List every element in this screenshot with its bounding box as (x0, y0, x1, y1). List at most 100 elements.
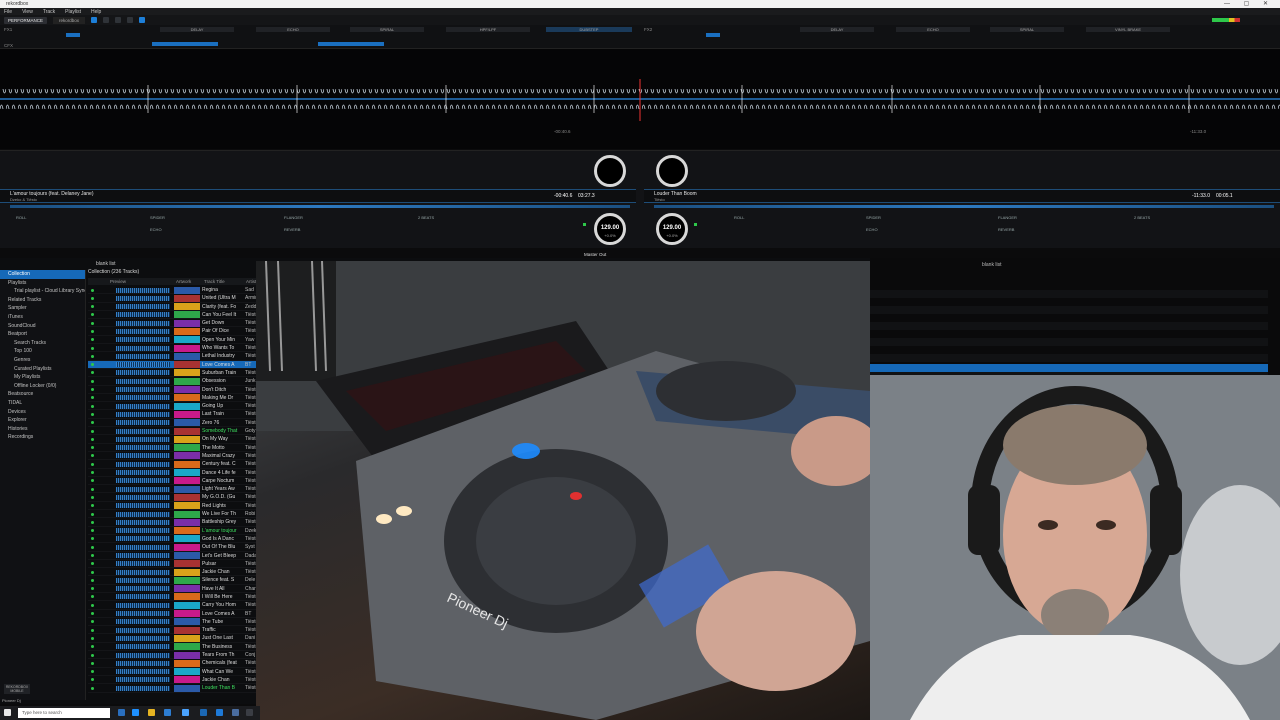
tree-item[interactable]: Top 100 (0, 347, 85, 356)
tree-item[interactable]: Recordings (0, 433, 85, 442)
table-row[interactable]: Carry You HomTiësto (88, 601, 258, 610)
deck2-pad-flanger[interactable]: FLANGER (998, 215, 1017, 220)
preview-waveform[interactable] (116, 445, 170, 451)
preview-waveform[interactable] (116, 586, 170, 592)
preview-waveform[interactable] (116, 685, 170, 691)
tree-item[interactable]: Trial playlist - Cloud Library Sync (0, 287, 85, 296)
mixer-icon[interactable] (115, 17, 122, 23)
table-row[interactable]: Just One Last Dani (88, 634, 258, 643)
menu-playlist[interactable]: Playlist (65, 9, 81, 15)
deck1-pad-2beats[interactable]: 2 BEATS (418, 215, 434, 220)
fx2-slot-2[interactable]: ECHO (896, 27, 970, 32)
preview-waveform[interactable] (116, 478, 170, 484)
preview-waveform[interactable] (116, 320, 170, 326)
preview-waveform[interactable] (116, 677, 170, 683)
preview-waveform[interactable] (116, 470, 170, 476)
mail-icon[interactable] (182, 709, 189, 716)
preview-waveform[interactable] (116, 420, 170, 426)
preview-waveform[interactable] (116, 644, 170, 650)
tree-item[interactable]: Explorer (0, 416, 85, 425)
tree-item[interactable]: Beatport (0, 330, 85, 339)
app2-icon[interactable] (232, 709, 239, 716)
fx1-slot-5[interactable]: DUBSTEP (546, 27, 632, 32)
tree-item[interactable]: SoundCloud (0, 322, 85, 331)
deck1-jog[interactable]: 129.00 +0.0% (594, 213, 626, 245)
preview-waveform[interactable] (116, 453, 170, 459)
mode-selector[interactable]: PERFORMANCE (4, 16, 48, 24)
table-row[interactable]: Light Years AwTiësto (88, 485, 258, 494)
preview-waveform[interactable] (116, 503, 170, 509)
deck1-pad-spider[interactable]: SPIDER (150, 215, 165, 220)
preview-waveform[interactable] (116, 627, 170, 633)
table-row[interactable]: Maximal CrazyTiësto (88, 452, 258, 461)
menu-file[interactable]: File (4, 9, 12, 15)
fx1-beat-selector[interactable] (66, 33, 80, 37)
preview-waveform[interactable] (116, 511, 170, 517)
fx1-slot-3[interactable]: SPIRAL (350, 27, 424, 32)
table-row[interactable]: The MottoTiësto (88, 444, 258, 452)
table-row[interactable]: Regina Sad (88, 286, 258, 295)
preview-waveform[interactable] (116, 337, 170, 343)
preview-waveform[interactable] (116, 428, 170, 434)
preview-waveform[interactable] (116, 304, 170, 310)
table-row[interactable]: Jackie ChanTiësto (88, 676, 258, 685)
cfx-param[interactable] (318, 42, 384, 46)
table-row[interactable]: Obsession Junk (88, 377, 258, 386)
window-controls[interactable]: — ▢ ✕ (1224, 0, 1274, 7)
account-button[interactable]: rekordbox (53, 16, 86, 24)
table-row[interactable]: Open Your Min Yaw (88, 336, 258, 345)
preview-waveform[interactable] (116, 635, 170, 641)
table-row[interactable]: What Can WeTiësto (88, 668, 258, 676)
preview-waveform[interactable] (116, 528, 170, 534)
preview-waveform[interactable] (116, 370, 170, 376)
tree-item[interactable]: Histories (0, 425, 85, 434)
tree-item[interactable]: Offline Locker (0/0) (0, 382, 85, 391)
table-row[interactable]: On My WayTiësto (88, 435, 258, 444)
tree-item[interactable]: Related Tracks (0, 296, 85, 305)
preview-waveform[interactable] (116, 295, 170, 301)
layout-icon[interactable] (91, 17, 98, 23)
fx2-slot-3[interactable]: SPIRAL (990, 27, 1064, 32)
table-row[interactable]: Red LightsTiësto (88, 502, 258, 511)
deck2-overview-waveform[interactable] (654, 205, 1274, 208)
preview-waveform[interactable] (116, 411, 170, 417)
preview-waveform[interactable] (116, 461, 170, 467)
preview-waveform[interactable] (116, 602, 170, 608)
store-icon[interactable] (164, 709, 171, 716)
record-icon[interactable] (139, 17, 146, 23)
deck1-pad-roll[interactable]: ROLL (16, 215, 26, 220)
tree-item[interactable]: Search Tracks (0, 339, 85, 348)
table-row[interactable]: Going UpTiësto (88, 402, 258, 411)
deck1-overview-waveform[interactable] (10, 205, 630, 208)
col-artist[interactable]: Artist (246, 279, 256, 284)
tree-item[interactable]: Genres (0, 356, 85, 365)
preview-waveform[interactable] (116, 328, 170, 334)
deck2-pad-spider[interactable]: SPIDER (866, 215, 881, 220)
table-row[interactable]: My G.O.D. (GuTiësto (88, 493, 258, 502)
preview-waveform[interactable] (116, 387, 170, 393)
table-row[interactable]: Love Comes A BT (88, 610, 258, 618)
start-icon[interactable] (4, 709, 11, 716)
tree-item[interactable]: My Playlists (0, 373, 85, 382)
table-row[interactable]: TrafficTiësto (88, 626, 258, 635)
secondary-list-tab[interactable]: blank list (982, 262, 1001, 268)
tree-item[interactable]: Curated Playlists (0, 365, 85, 374)
deck2-pad-2beats[interactable]: 2 BEATS (1134, 215, 1150, 220)
preview-waveform[interactable] (116, 312, 170, 318)
preview-waveform[interactable] (116, 577, 170, 583)
table-row[interactable]: Louder Than BTiësto (88, 684, 258, 693)
table-row[interactable]: Dance 4 Life feTiësto (88, 469, 258, 477)
preview-waveform[interactable] (116, 378, 170, 384)
table-row[interactable]: PulsarTiësto (88, 560, 258, 569)
tree-item[interactable]: Devices (0, 408, 85, 417)
preview-waveform[interactable] (116, 553, 170, 558)
table-row[interactable]: We Live For Th Robi (88, 510, 258, 519)
col-artwork[interactable]: Artwork (176, 279, 191, 284)
table-row[interactable]: Somebody That Goty (88, 427, 258, 436)
cfx-select[interactable] (152, 42, 218, 46)
edge-icon[interactable] (132, 709, 139, 716)
deck2-pad-roll[interactable]: ROLL (734, 215, 744, 220)
menu-help[interactable]: Help (91, 9, 101, 15)
app-icon[interactable] (200, 709, 207, 716)
table-row[interactable]: The TubeTiësto (88, 618, 258, 627)
